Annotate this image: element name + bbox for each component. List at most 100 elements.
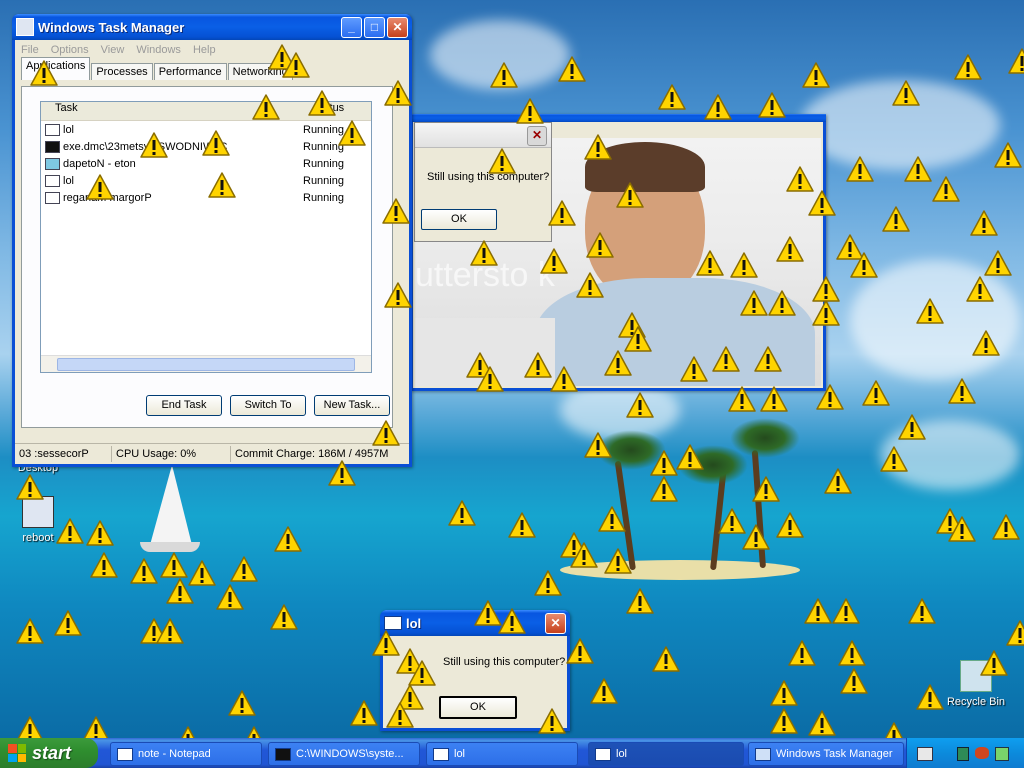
warning-icon bbox=[604, 548, 632, 574]
warning-icon bbox=[156, 618, 184, 644]
warning-icon bbox=[712, 346, 740, 372]
warning-icon bbox=[1008, 48, 1024, 74]
warning-icon bbox=[948, 378, 976, 404]
warning-icon bbox=[538, 708, 566, 734]
menu-file[interactable]: File bbox=[15, 44, 45, 56]
ok-button[interactable]: OK bbox=[421, 209, 497, 230]
warning-icon bbox=[882, 206, 910, 232]
menu-view[interactable]: View bbox=[95, 44, 131, 56]
end-task-button[interactable]: End Task bbox=[146, 395, 222, 416]
taskbar-item-lol-2[interactable]: lol bbox=[588, 742, 744, 766]
scrollbar-thumb[interactable] bbox=[57, 358, 355, 371]
taskbar-item-notepad[interactable]: note - Notepad bbox=[110, 742, 262, 766]
warning-icon bbox=[252, 94, 280, 120]
task-manager-window[interactable]: Windows Task Manager _ □ ✕ File Options … bbox=[12, 14, 412, 467]
status-cpu: CPU Usage: 0% bbox=[112, 446, 231, 462]
task-name: lol bbox=[63, 174, 75, 187]
warning-icon bbox=[850, 252, 878, 278]
warning-icon bbox=[140, 132, 168, 158]
warning-icon bbox=[590, 678, 618, 704]
menu-windows[interactable]: Windows bbox=[130, 44, 187, 56]
warning-icon bbox=[680, 356, 708, 382]
warning-icon bbox=[350, 700, 378, 726]
tab-performance[interactable]: Performance bbox=[153, 63, 227, 80]
maximize-button[interactable]: □ bbox=[364, 16, 385, 38]
warning-icon bbox=[824, 468, 852, 494]
task-manager-titlebar[interactable]: Windows Task Manager _ □ ✕ bbox=[12, 14, 412, 40]
warning-icon bbox=[338, 120, 366, 146]
warning-icon bbox=[86, 174, 114, 200]
ok-button[interactable]: OK bbox=[439, 696, 517, 719]
taskbar-item-label: lol bbox=[616, 748, 628, 760]
warning-icon bbox=[696, 250, 724, 276]
status-commit: Commit Charge: 186M / 4957M bbox=[235, 448, 389, 460]
warning-icon bbox=[476, 366, 504, 392]
window-icon bbox=[45, 191, 60, 204]
menu-help[interactable]: Help bbox=[187, 44, 222, 56]
taskbar-item-cmd[interactable]: C:\WINDOWS\syste... bbox=[268, 742, 420, 766]
warning-icon bbox=[86, 520, 114, 546]
desktop[interactable]: Desktop reboot Recycle Bin ✕ uttersto k … bbox=[0, 0, 1024, 738]
warning-icon bbox=[768, 290, 796, 316]
tab-processes[interactable]: Processes bbox=[91, 63, 153, 80]
warning-icon bbox=[838, 640, 866, 666]
warning-icon bbox=[966, 276, 994, 302]
taskbar-item-task-manager[interactable]: Windows Task Manager bbox=[748, 742, 904, 766]
close-button[interactable]: ✕ bbox=[387, 16, 408, 38]
warning-icon bbox=[56, 518, 84, 544]
warning-icon bbox=[776, 236, 804, 262]
sailboat bbox=[150, 465, 192, 545]
warning-icon bbox=[728, 386, 756, 412]
butterfly-icon[interactable] bbox=[975, 747, 989, 759]
start-button[interactable]: start bbox=[0, 738, 98, 768]
warning-icon bbox=[616, 182, 644, 208]
warning-icon bbox=[230, 556, 258, 582]
switch-to-button[interactable]: Switch To bbox=[230, 395, 306, 416]
new-task-button[interactable]: New Task... bbox=[314, 395, 390, 416]
warning-icon bbox=[770, 708, 798, 734]
warning-icon bbox=[992, 514, 1020, 540]
table-row[interactable]: dapetoN - eton Running bbox=[41, 155, 371, 172]
warning-icon bbox=[804, 598, 832, 624]
taskbar-item-label: Windows Task Manager bbox=[776, 748, 893, 760]
start-label: start bbox=[32, 742, 72, 763]
menu-options[interactable]: Options bbox=[45, 44, 95, 56]
warning-icon bbox=[954, 54, 982, 80]
window-icon bbox=[45, 123, 60, 136]
warning-icon bbox=[372, 420, 400, 446]
warning-icon bbox=[516, 98, 544, 124]
warning-icon bbox=[626, 392, 654, 418]
task-status: Running bbox=[303, 157, 344, 170]
desktop-icon-label: reboot bbox=[22, 532, 54, 544]
status-processes: 03 :sessecorP bbox=[15, 446, 112, 462]
warning-icon bbox=[770, 680, 798, 706]
warning-icon bbox=[650, 476, 678, 502]
warning-icon bbox=[984, 250, 1012, 276]
dialog-back-titlebar[interactable]: ✕ bbox=[415, 123, 551, 148]
warning-icon bbox=[308, 90, 336, 116]
warning-icon bbox=[892, 80, 920, 106]
keyboard-icon[interactable] bbox=[917, 747, 933, 761]
tray-app-icon[interactable] bbox=[957, 747, 969, 761]
taskbar-item-label: C:\WINDOWS\syste... bbox=[296, 748, 404, 760]
warning-icon bbox=[228, 690, 256, 716]
warning-icon bbox=[540, 248, 568, 274]
warning-icon bbox=[282, 52, 310, 78]
warning-icon bbox=[980, 650, 1008, 676]
tray-app-icon[interactable] bbox=[995, 747, 1009, 761]
warning-icon bbox=[570, 542, 598, 568]
close-icon[interactable]: ✕ bbox=[527, 126, 547, 146]
warning-icon bbox=[558, 56, 586, 82]
close-button[interactable]: ✕ bbox=[545, 612, 566, 634]
warning-icon bbox=[970, 210, 998, 236]
taskbar-item-lol-1[interactable]: lol bbox=[426, 742, 578, 766]
warning-icon bbox=[16, 474, 44, 500]
dialog-back[interactable]: ✕ Still using this computer? OK bbox=[414, 122, 552, 242]
horizontal-scrollbar[interactable] bbox=[41, 355, 371, 372]
warning-icon bbox=[880, 722, 908, 738]
warning-icon bbox=[788, 640, 816, 666]
warning-icon bbox=[174, 726, 202, 738]
minimize-button[interactable]: _ bbox=[341, 16, 362, 38]
window-icon bbox=[595, 747, 611, 761]
warning-icon bbox=[624, 326, 652, 352]
